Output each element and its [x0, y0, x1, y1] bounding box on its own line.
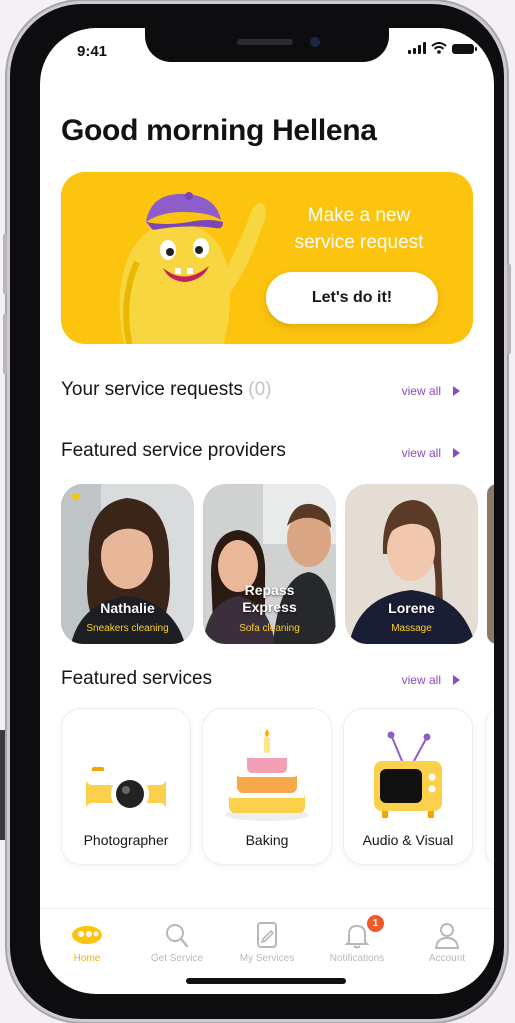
camera-icon	[86, 767, 166, 817]
user-icon	[434, 923, 460, 949]
service-card-baking[interactable]: Baking	[202, 708, 332, 865]
favorite-heart-icon[interactable]	[71, 492, 81, 502]
notification-badge: 1	[367, 915, 384, 932]
view-all-label: view all	[401, 384, 441, 398]
provider-name: Nathalie	[100, 600, 155, 616]
tab-label: My Services	[239, 953, 295, 964]
app-screen: 9:41 Good morning Hellena Make a new ser…	[40, 28, 494, 994]
notch	[145, 28, 389, 62]
service-label: Audio & Visual	[362, 832, 454, 848]
front-camera	[310, 37, 320, 47]
provider-service: Sneakers cleaning	[86, 623, 169, 634]
tv-icon	[374, 731, 442, 818]
providers-carousel: Nathalie Sneakers cleaning Repass Expres…	[61, 484, 494, 646]
featured-services-title: Featured services	[61, 668, 213, 689]
service-requests-label: Your service requests	[61, 379, 244, 400]
tab-my-services[interactable]: My Services	[222, 909, 312, 969]
home-logo-icon	[72, 926, 102, 944]
arrow-right-icon	[453, 448, 460, 458]
greeting-title: Good morning Hellena	[61, 114, 377, 147]
cake-icon	[225, 729, 309, 821]
side-button	[507, 264, 511, 354]
tab-label: Notifications	[329, 953, 385, 964]
search-icon	[166, 924, 189, 948]
background-edge-left	[0, 730, 6, 840]
bottom-tab-bar: Home Get Service My Services 1 Notificat…	[40, 908, 494, 979]
lets-do-it-button[interactable]: Let's do it!	[266, 272, 438, 324]
provider-card-repass-express[interactable]: Repass Express Sofa cleaning	[203, 484, 336, 644]
arrow-right-icon	[453, 675, 460, 685]
document-edit-icon	[257, 922, 277, 948]
tab-label: Account	[428, 953, 466, 964]
service-card-audio-visual[interactable]: Audio & Visual	[343, 708, 473, 865]
featured-providers-title: Featured service providers	[61, 440, 286, 461]
service-label: Photographer	[83, 832, 169, 848]
provider-service: Massage	[391, 623, 432, 634]
services-carousel: Photographer Baking Audio & Visual	[61, 708, 494, 868]
provider-name: Repass Express	[203, 582, 336, 616]
tab-label: Get Service	[150, 953, 204, 964]
tab-label: Home	[73, 953, 101, 964]
provider-name-line2: Express	[242, 599, 297, 615]
banner-line2: service request	[294, 232, 424, 253]
mascot-illustration	[119, 192, 266, 344]
arrow-right-icon	[453, 386, 460, 396]
status-time: 9:41	[77, 43, 108, 60]
view-all-label: view all	[401, 446, 441, 460]
service-requests-count: (0)	[248, 379, 272, 400]
service-requests-view-all[interactable]: view all	[402, 384, 460, 398]
tab-get-service[interactable]: Get Service	[132, 909, 222, 969]
providers-view-all[interactable]: view all	[402, 446, 460, 460]
banner-line1: Make a new	[307, 205, 411, 226]
provider-photo	[345, 484, 478, 644]
new-request-banner: Make a new service request Let's do it!	[61, 172, 473, 344]
tab-notifications[interactable]: 1 Notifications	[312, 909, 402, 969]
tab-home[interactable]: Home	[42, 909, 132, 969]
provider-card-nathalie[interactable]: Nathalie Sneakers cleaning	[61, 484, 194, 644]
speaker	[237, 39, 293, 45]
provider-photo	[61, 484, 194, 644]
side-button	[3, 234, 7, 294]
provider-name-line1: Repass	[244, 582, 295, 598]
service-label: Baking	[245, 832, 289, 848]
service-card-partial[interactable]	[485, 708, 494, 865]
provider-name: Lorene	[388, 600, 435, 616]
view-all-label: view all	[401, 673, 441, 687]
tab-account[interactable]: Account	[402, 909, 492, 969]
services-view-all[interactable]: view all	[402, 673, 460, 687]
side-button	[3, 314, 7, 374]
provider-card-lorene[interactable]: Lorene Massage	[345, 484, 478, 644]
phone-frame: 9:41 Good morning Hellena Make a new ser…	[3, 4, 511, 1019]
signal-icon	[408, 42, 426, 54]
home-indicator[interactable]	[186, 978, 346, 984]
wifi-icon	[431, 42, 447, 54]
battery-icon	[452, 44, 477, 54]
status-icons	[408, 42, 477, 54]
service-card-photographer[interactable]: Photographer	[61, 708, 191, 865]
provider-service: Sofa cleaning	[239, 623, 300, 634]
provider-card-partial[interactable]	[487, 484, 494, 644]
banner-text: Make a new service request	[269, 202, 449, 256]
provider-photo	[203, 484, 336, 644]
service-requests-title: Your service requests (0)	[61, 379, 272, 401]
